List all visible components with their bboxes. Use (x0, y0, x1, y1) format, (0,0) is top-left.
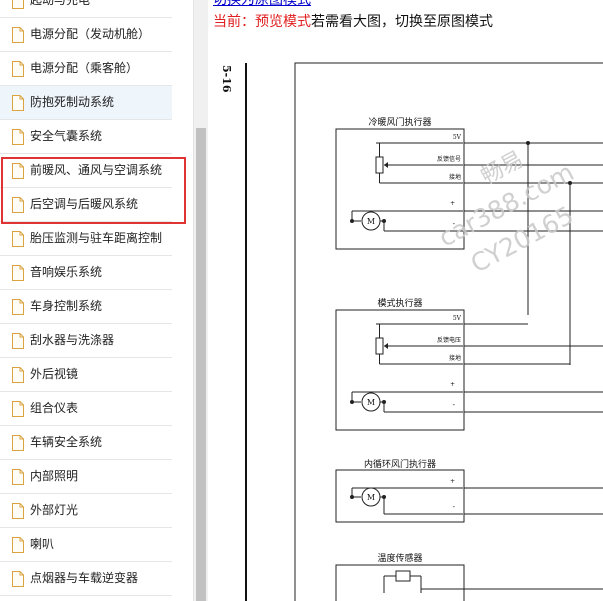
sidebar-item[interactable]: 组合仪表 (0, 392, 172, 426)
sidebar-item-label: 音响娱乐系统 (30, 265, 103, 279)
sidebar-item[interactable]: 起动与充电 (0, 0, 172, 18)
document-icon (12, 469, 24, 485)
document-icon (12, 197, 24, 213)
document-icon (12, 265, 24, 281)
sidebar-item[interactable]: 外部灯光 (0, 494, 172, 528)
pin-label: + (450, 381, 455, 388)
pin-label: + (450, 200, 455, 207)
document-icon (12, 435, 24, 451)
sidebar-item[interactable]: 刮水器与洗涤器 (0, 324, 172, 358)
actuator-block-mode: 模式执行器 5V 反馈电压 接地 + - M (335, 297, 603, 431)
sidebar-item-label: 安全气囊系统 (30, 129, 103, 143)
sidebar-item-label: 电源分配（发动机舱） (30, 27, 151, 41)
motor-symbol-label: M (367, 398, 375, 407)
sidebar-item[interactable]: 防抱死制动系统 (0, 86, 172, 120)
document-icon (12, 163, 24, 179)
sidebar-item-label: 前暖风、通风与空调系统 (30, 163, 163, 177)
sidebar-item[interactable]: 电源分配（乘客舱） (0, 52, 172, 86)
motor-symbol-label: M (367, 493, 375, 502)
pin-label: 接地 (449, 173, 461, 181)
block-title: 内循环风门执行器 (364, 458, 436, 470)
sidebar-item[interactable]: 外后视镜 (0, 358, 172, 392)
sidebar-item[interactable]: 点烟器与车载逆变器 (0, 562, 172, 596)
pin-label: 反馈电压 (437, 336, 461, 344)
document-icon (12, 95, 24, 111)
sidebar-item[interactable]: 音响娱乐系统 (0, 256, 172, 290)
sidebar-scrollbar[interactable] (193, 0, 208, 601)
document-icon (12, 0, 24, 9)
sidebar-item[interactable]: 后空调与后暖风系统 (0, 188, 172, 222)
pin-label: - (453, 220, 456, 228)
document-icon (12, 333, 24, 349)
sidebar-item-label: 车身控制系统 (30, 299, 103, 313)
sidebar-item[interactable]: 车身控制系统 (0, 290, 172, 324)
mode-status-line: 当前：预览模式若需看大图，切换至原图模式 (213, 13, 493, 31)
app-window: 起动与充电电源分配（发动机舱） 电源分配（乘客舱） 防抱死制动系统 安全气囊系统前暖风… (0, 0, 603, 601)
document-icon (12, 401, 24, 417)
sidebar-item-label: 喇叭 (30, 537, 55, 551)
sensor-block-temperature: 温度传感器 (335, 552, 603, 601)
actuator-block-temp-door: 冷暖风门执行器 5V 反馈信号 接地 + - M (335, 116, 603, 250)
pin-label: 反馈信号 (437, 155, 461, 163)
sidebar-item-label: 外部灯光 (30, 503, 79, 517)
sidebar-item-label: 车辆安全系统 (30, 435, 103, 449)
sidebar-scrollbar-thumb[interactable] (196, 128, 206, 601)
switch-original-mode-link[interactable]: 切换为原图模式 (213, 0, 311, 8)
pin-label: + (450, 478, 455, 485)
document-icon (12, 537, 24, 553)
block-title: 温度传感器 (377, 552, 422, 564)
wiring-diagram: 5-16 冷暖风门执行器 5V 反馈信号 接地 + - M 模式执行器 5V 反… (220, 62, 603, 601)
sidebar-item-label: 电源分配（乘客舱） (30, 61, 139, 75)
sidebar-item-label: 内部照明 (30, 469, 79, 483)
document-icon (12, 299, 24, 315)
document-icon (12, 571, 24, 587)
document-icon (12, 231, 24, 247)
sidebar-item[interactable]: 胎压监测与驻车距离控制 (0, 222, 172, 256)
block-title: 冷暖风门执行器 (368, 116, 431, 128)
mode-hint-text: 若需看大图，切换至原图模式 (311, 14, 493, 30)
pin-label: - (453, 401, 456, 409)
pin-label: 5V (453, 315, 462, 322)
main-content: 切换为原图模式 当前：预览模式若需看大图，切换至原图模式 5-16 冷暖风门执行… (208, 0, 603, 601)
document-icon (12, 503, 24, 519)
sidebar-item-label: 胎压监测与驻车距离控制 (30, 231, 163, 245)
page-number: 5-16 (220, 65, 233, 93)
sidebar-item-label: 外后视镜 (30, 367, 79, 381)
document-icon (12, 367, 24, 383)
sidebar-item-label: 防抱死制动系统 (30, 95, 115, 109)
sidebar-item-label: 点烟器与车载逆变器 (30, 571, 139, 585)
sidebar-item-label: 组合仪表 (30, 401, 79, 415)
sidebar-item-label: 后空调与后暖风系统 (30, 197, 139, 211)
pin-label: 接地 (449, 354, 461, 362)
diagram-frame (294, 62, 603, 601)
sidebar-item-label: 起动与充电 (30, 0, 91, 7)
actuator-block-recirculation: 内循环风门执行器 + - M (335, 458, 603, 523)
motor-symbol-label: M (367, 217, 375, 226)
pin-label: - (453, 503, 456, 511)
sidebar-nav-list: 起动与充电电源分配（发动机舱） 电源分配（乘客舱） 防抱死制动系统 安全气囊系统前暖风… (0, 0, 193, 596)
sidebar-item[interactable]: 内部照明 (0, 460, 172, 494)
sidebar-item[interactable]: 喇叭 (0, 528, 172, 562)
document-icon (12, 61, 24, 77)
sidebar-item[interactable]: 安全气囊系统 (0, 120, 172, 154)
sidebar-item-label: 刮水器与洗涤器 (30, 333, 115, 347)
sidebar-item[interactable]: 前暖风、通风与空调系统 (0, 154, 172, 188)
document-icon (12, 27, 24, 43)
document-icon (12, 129, 24, 145)
sidebar-item[interactable]: 车辆安全系统 (0, 426, 172, 460)
pin-label: 5V (453, 134, 462, 141)
sidebar: 起动与充电电源分配（发动机舱） 电源分配（乘客舱） 防抱死制动系统 安全气囊系统前暖风… (0, 0, 193, 601)
sidebar-item[interactable]: 电源分配（发动机舱） (0, 18, 172, 52)
block-title: 模式执行器 (377, 297, 422, 309)
current-mode-label: 当前：预览模式 (213, 14, 311, 30)
